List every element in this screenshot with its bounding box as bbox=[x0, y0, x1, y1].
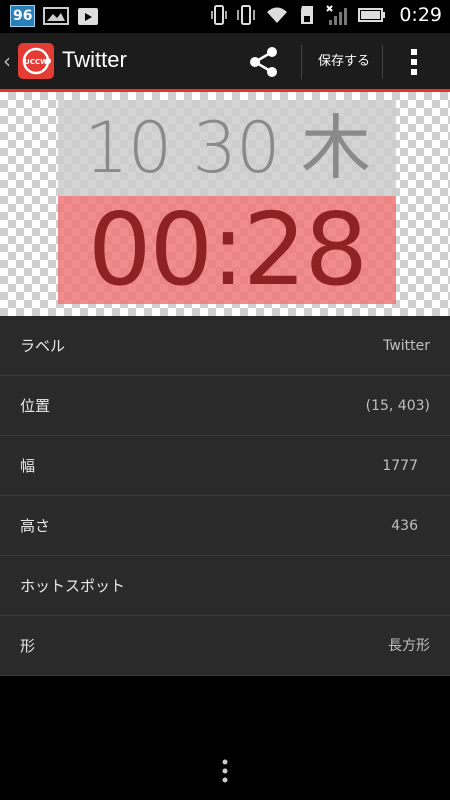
wifi-icon bbox=[267, 7, 288, 23]
property-row-label[interactable]: ラベル Twitter bbox=[0, 316, 450, 376]
image-notification-icon bbox=[43, 7, 70, 25]
phone-vibrate-icon bbox=[211, 5, 228, 25]
save-button[interactable]: 保存する bbox=[306, 47, 382, 77]
share-button[interactable] bbox=[244, 45, 284, 79]
action-divider bbox=[382, 45, 383, 79]
property-name: 位置 bbox=[20, 397, 51, 415]
property-name: 形 bbox=[20, 637, 36, 655]
battery-icon bbox=[358, 8, 386, 22]
property-value: Twitter bbox=[383, 338, 430, 354]
properties-list: ラベル Twitter 位置 (15, 403) 幅 1777 高さ 436 ホ… bbox=[0, 316, 450, 676]
page-title: Twitter bbox=[62, 47, 127, 72]
status-bar: 96 0:29 bbox=[0, 0, 450, 33]
property-value: 長方形 bbox=[388, 638, 430, 654]
property-row-shape[interactable]: 形 長方形 bbox=[0, 616, 450, 676]
property-name: 幅 bbox=[20, 457, 36, 475]
signal-icon bbox=[326, 5, 348, 25]
app-logo[interactable]: UCCW bbox=[18, 43, 54, 79]
uccw-logo-icon: UCCW bbox=[22, 47, 51, 75]
back-chevron-icon[interactable]: ‹ bbox=[3, 49, 11, 73]
clock: 0:29 bbox=[399, 4, 442, 26]
share-icon bbox=[250, 47, 277, 77]
widget-date-text[interactable]: 10 30 木 bbox=[58, 100, 396, 196]
sd-card-icon bbox=[301, 6, 314, 24]
bottom-menu-button[interactable] bbox=[219, 757, 231, 787]
property-value: 436 bbox=[391, 518, 418, 534]
notification-count-badge: 96 bbox=[10, 5, 36, 27]
property-name: 高さ bbox=[20, 517, 51, 535]
property-value: 1777 bbox=[382, 458, 418, 474]
action-bar: ‹ UCCW Twitter 保存する bbox=[0, 33, 450, 92]
property-value: (15, 403) bbox=[365, 398, 430, 414]
more-vertical-icon bbox=[411, 49, 417, 75]
widget-time-text[interactable]: 00:28 bbox=[58, 196, 396, 304]
widget-preview: 10 30 木 00:28 bbox=[0, 92, 450, 316]
play-store-icon bbox=[78, 8, 99, 25]
more-vertical-icon bbox=[222, 759, 228, 783]
vibrate-icon bbox=[237, 5, 256, 25]
property-row-hotspot[interactable]: ホットスポット bbox=[0, 556, 450, 616]
overflow-menu-button[interactable] bbox=[402, 46, 426, 78]
property-name: ラベル bbox=[20, 337, 66, 355]
property-row-width[interactable]: 幅 1777 bbox=[0, 436, 450, 496]
svg-text:UCCW: UCCW bbox=[24, 58, 48, 66]
property-row-position[interactable]: 位置 (15, 403) bbox=[0, 376, 450, 436]
action-divider bbox=[301, 45, 302, 79]
property-row-height[interactable]: 高さ 436 bbox=[0, 496, 450, 556]
property-name: ホットスポット bbox=[20, 577, 126, 595]
